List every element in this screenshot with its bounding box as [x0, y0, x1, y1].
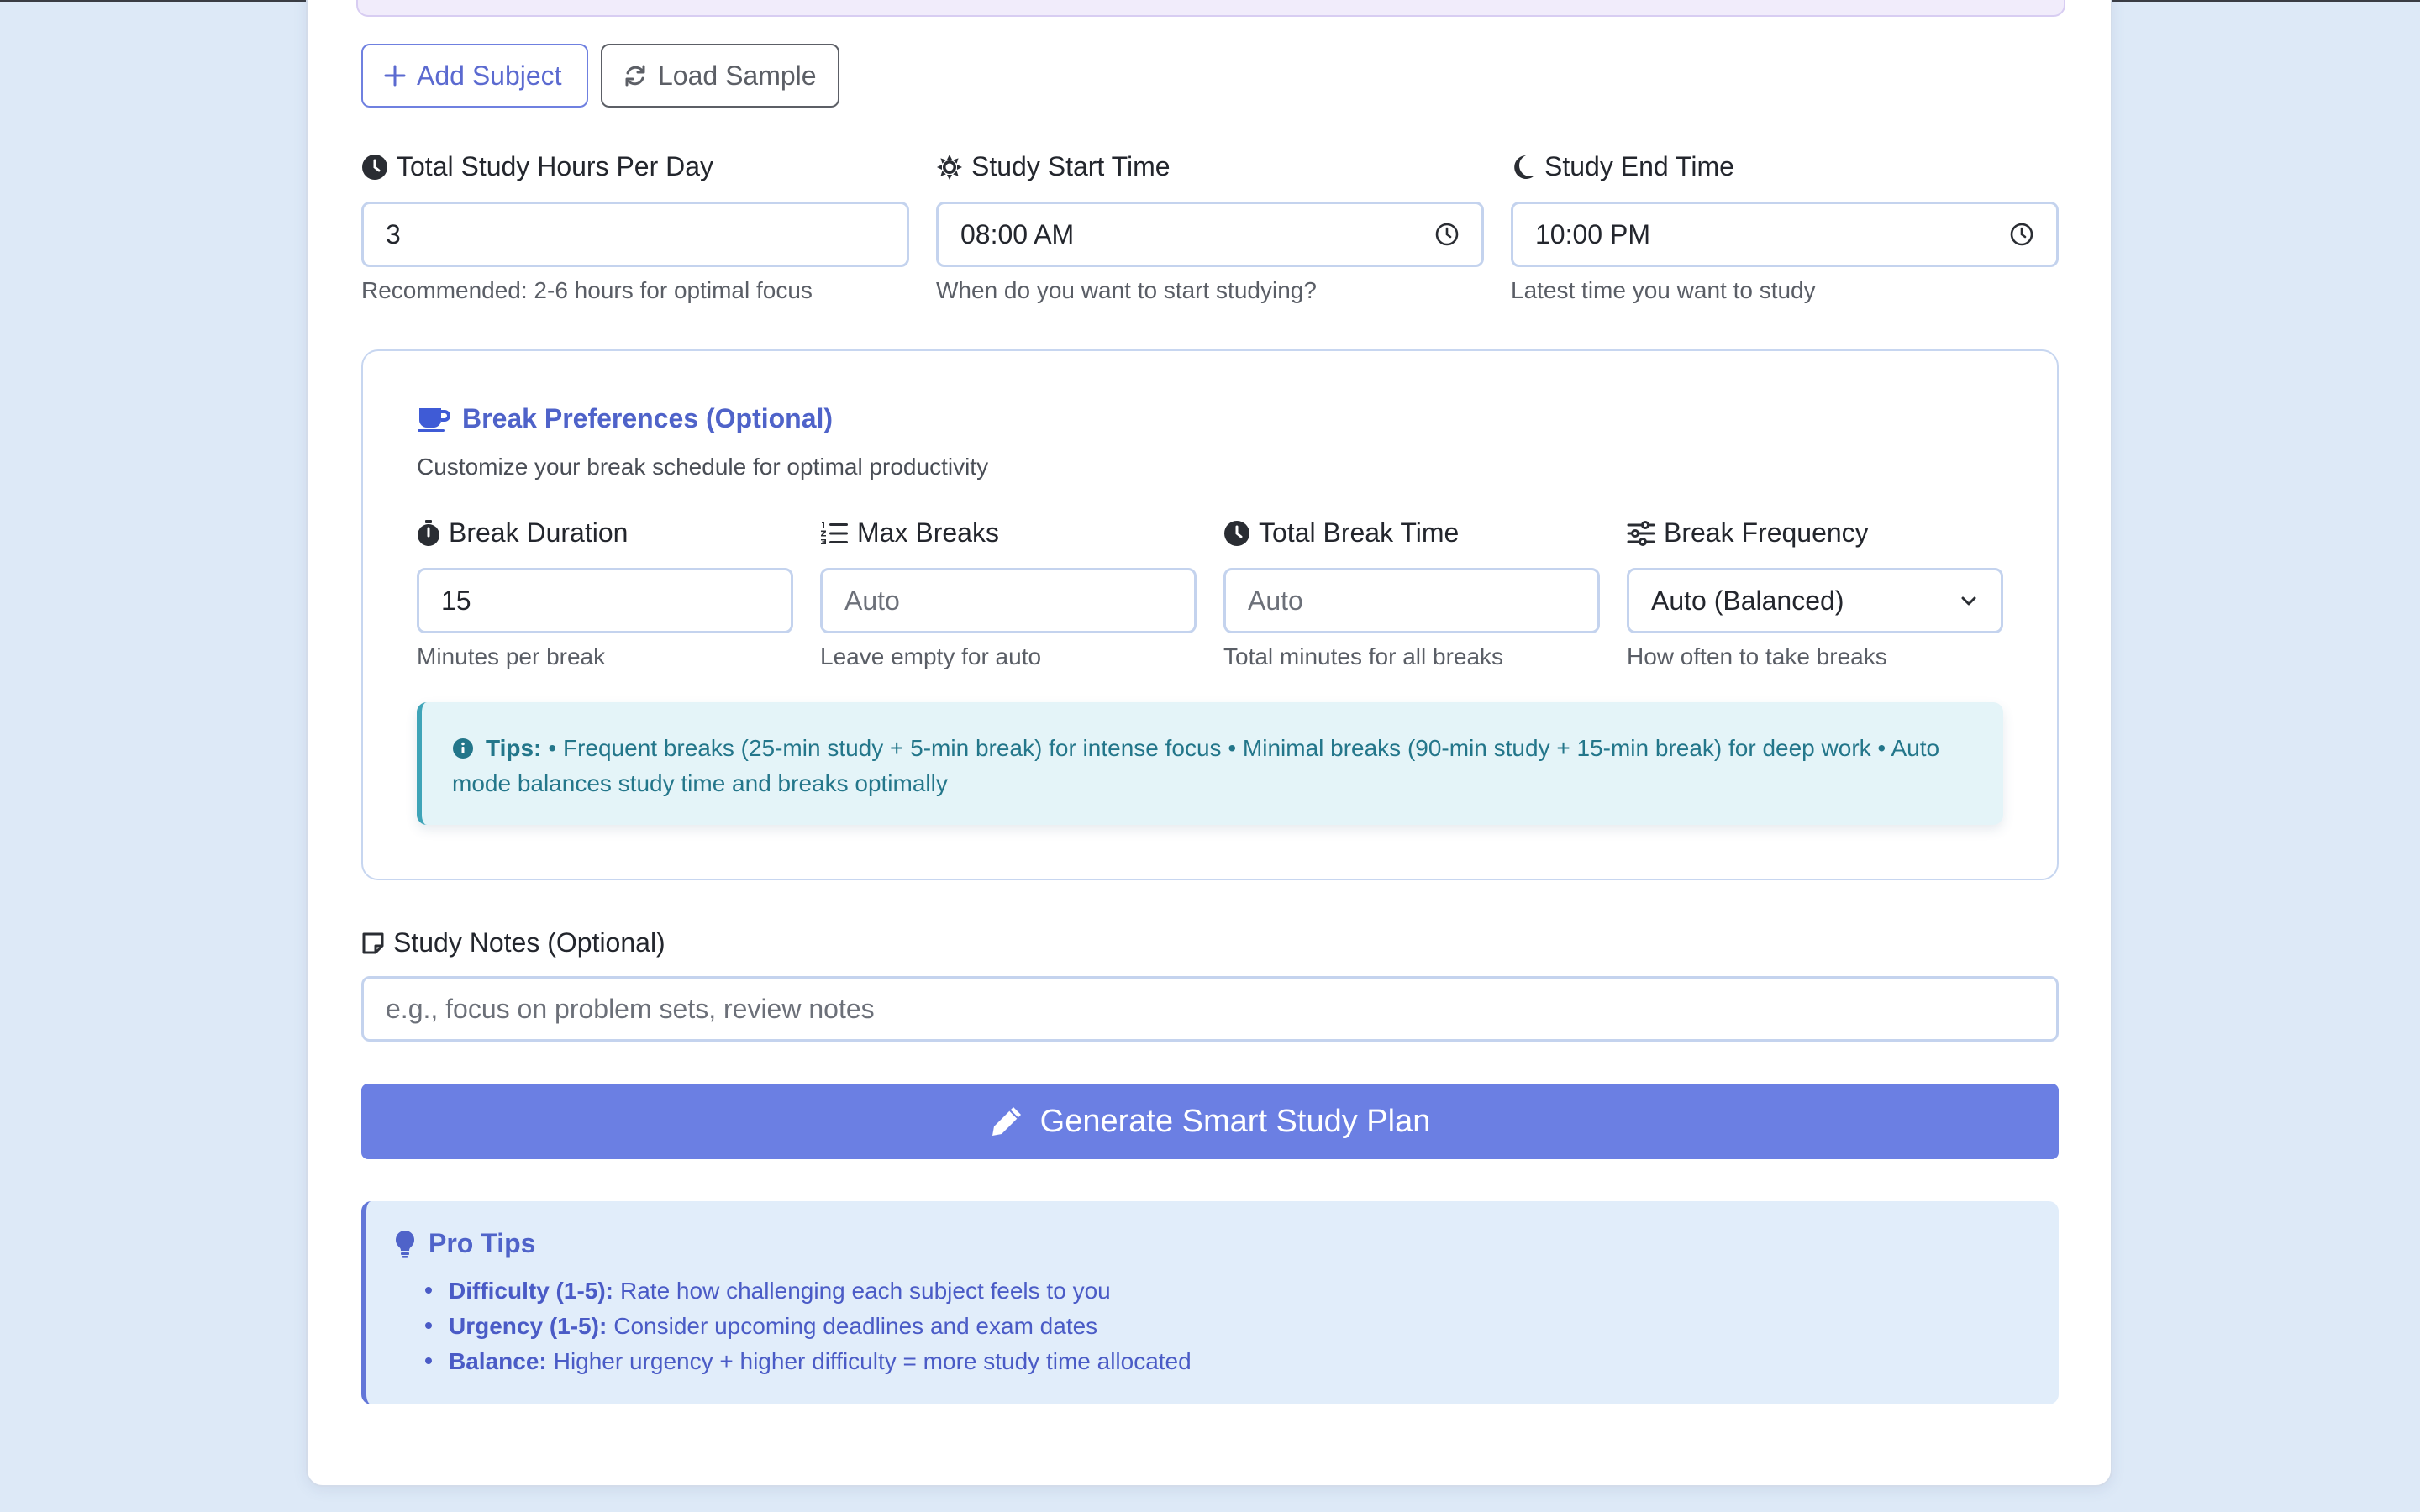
- add-subject-button[interactable]: Add Subject: [361, 44, 588, 108]
- study-notes-input[interactable]: e.g., focus on problem sets, review note…: [361, 976, 2059, 1042]
- break-preferences-subtitle: Customize your break schedule for optima…: [417, 454, 989, 480]
- stopwatch-icon: [418, 519, 439, 546]
- end-time-label: Study End Time: [1511, 151, 1734, 182]
- max-breaks-input[interactable]: Auto: [820, 568, 1197, 633]
- start-time-input[interactable]: 08:00 AM: [936, 202, 1484, 267]
- break-frequency-help: How often to take breaks: [1627, 643, 1887, 669]
- info-icon: [453, 738, 473, 759]
- clock-icon: [1224, 520, 1249, 546]
- load-sample-label: Load Sample: [658, 60, 817, 91]
- max-breaks-help: Leave empty for auto: [820, 643, 1042, 669]
- study-notes-label: Study Notes (Optional): [361, 927, 666, 958]
- start-time-help: When do you want to start studying?: [936, 277, 1317, 303]
- plus-icon: [384, 65, 406, 87]
- tips-label: Tips:: [486, 735, 542, 761]
- coffee-icon: [418, 407, 450, 432]
- study-hours-label: Total Study Hours Per Day: [361, 151, 713, 182]
- tips-text: • Frequent breaks (25-min study + 5-min …: [452, 735, 1940, 796]
- numbered-list-icon: [821, 521, 848, 544]
- pencil-icon: [992, 1107, 1021, 1136]
- break-preferences-title: Break Preferences (Optional): [417, 403, 833, 434]
- total-break-time-help: Total minutes for all breaks: [1223, 643, 1504, 669]
- lightbulb-icon: [395, 1230, 415, 1258]
- moon-icon: [1514, 155, 1534, 179]
- start-time-label: Study Start Time: [936, 151, 1171, 182]
- clock-icon: [362, 154, 387, 180]
- break-frequency-select[interactable]: Auto (Balanced): [1627, 568, 2003, 633]
- load-sample-button[interactable]: Load Sample: [601, 44, 839, 108]
- pro-tips-title: Pro Tips: [395, 1228, 535, 1259]
- sun-icon: [937, 154, 962, 180]
- list-item: Difficulty (1-5): Rate how challenging ea…: [425, 1273, 1192, 1309]
- sticky-note-icon: [362, 932, 384, 953]
- bullet: [425, 1287, 432, 1294]
- list-item: Balance: Higher urgency + higher difficul…: [425, 1344, 1192, 1379]
- bullet: [425, 1322, 432, 1329]
- break-duration-help: Minutes per break: [417, 643, 606, 669]
- max-breaks-label: Max Breaks: [820, 517, 999, 549]
- break-frequency-label: Break Frequency: [1627, 517, 1869, 549]
- sliders-icon: [1627, 520, 1655, 546]
- break-duration-label: Break Duration: [417, 517, 628, 549]
- total-break-time-label: Total Break Time: [1223, 517, 1459, 549]
- end-time-help: Latest time you want to study: [1511, 277, 1816, 303]
- time-picker-icon[interactable]: [1434, 222, 1460, 247]
- list-item: Urgency (1-5): Consider upcoming deadline…: [425, 1309, 1192, 1344]
- bullet: [425, 1357, 432, 1364]
- study-hours-help: Recommended: 2-6 hours for optimal focus: [361, 277, 813, 303]
- add-subject-label: Add Subject: [417, 60, 562, 91]
- pro-tips-list: Difficulty (1-5): Rate how challenging ea…: [425, 1273, 1192, 1379]
- study-hours-input[interactable]: 3: [361, 202, 909, 267]
- total-break-time-input[interactable]: Auto: [1223, 568, 1600, 633]
- break-duration-input[interactable]: 15: [417, 568, 793, 633]
- subject-list-bottom: [356, 0, 2065, 17]
- generate-plan-button[interactable]: Generate Smart Study Plan: [361, 1084, 2059, 1159]
- refresh-icon: [625, 65, 645, 87]
- chevron-down-icon: [1961, 596, 1976, 606]
- end-time-input[interactable]: 10:00 PM: [1511, 202, 2059, 267]
- time-picker-icon[interactable]: [2009, 222, 2034, 247]
- break-tips-callout: Tips: • Frequent breaks (25-min study + 5…: [417, 702, 2003, 825]
